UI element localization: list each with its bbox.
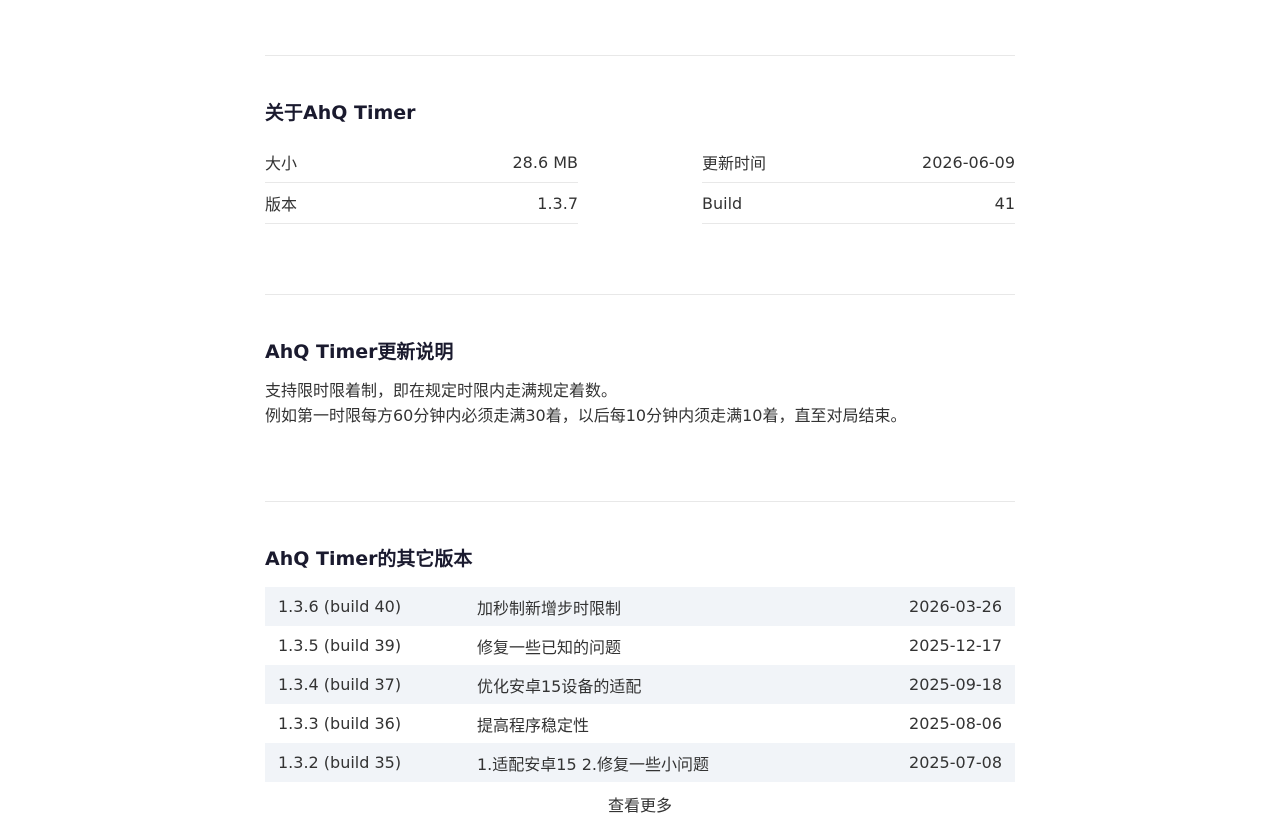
info-value: 1.3.7 [537,193,578,213]
info-key: 大小 [265,154,298,173]
version-row[interactable]: 1.3.2 (build 35) 1.适配安卓15 2.修复一些小问题 2025… [265,743,1015,782]
version-description: 提高程序稳定性 [477,715,590,735]
version-number: 1.3.4 (build 37) [278,675,402,694]
version-description: 优化安卓15设备的适配 [477,676,642,696]
info-row-build: Build 41 [702,183,1015,224]
version-date: 2025-12-17 [909,636,1002,655]
info-key: 版本 [265,195,298,214]
info-row-version: 版本 1.3.7 [265,183,578,224]
version-row[interactable]: 1.3.4 (build 37) 优化安卓15设备的适配 2025-09-18 [265,665,1015,704]
version-description: 1.适配安卓15 2.修复一些小问题 [477,754,709,774]
update-notes-title: AhQ Timer更新说明 [265,341,454,363]
version-description: 修复一些已知的问题 [477,637,622,657]
section-divider [265,501,1015,502]
other-versions-title: AhQ Timer的其它版本 [265,548,473,570]
info-key: 更新时间 [702,154,767,173]
about-title: 关于AhQ Timer [265,102,416,124]
version-number: 1.3.5 (build 39) [278,636,402,655]
section-divider [265,294,1015,295]
version-row[interactable]: 1.3.3 (build 36) 提高程序稳定性 2025-08-06 [265,704,1015,743]
info-key: Build [702,193,743,213]
see-more-link[interactable]: 查看更多 [265,792,1015,816]
info-value: 2026-06-09 [922,152,1015,172]
version-number: 1.3.2 (build 35) [278,753,402,772]
version-number: 1.3.6 (build 40) [278,597,402,616]
version-date: 2025-09-18 [909,675,1002,694]
section-divider [265,55,1015,56]
update-notes-line: 例如第一时限每方60分钟内必须走满30着，以后每10分钟内须走满10着，直至对局… [265,406,907,425]
info-value: 41 [994,193,1015,213]
version-list: 1.3.6 (build 40) 加秒制新增步时限制 2026-03-26 1.… [265,587,1015,782]
info-row-size: 大小 28.6 MB [265,142,578,183]
version-date: 2026-03-26 [909,597,1002,616]
info-column-right: 更新时间 2026-06-09 Build 41 [702,142,1015,224]
version-date: 2025-08-06 [909,714,1002,733]
update-notes-body: 支持限时限着制，即在规定时限内走满规定着数。 例如第一时限每方60分钟内必须走满… [265,378,906,428]
info-column-left: 大小 28.6 MB 版本 1.3.7 [265,142,578,224]
version-date: 2025-07-08 [909,753,1002,772]
version-description: 加秒制新增步时限制 [477,598,622,618]
version-number: 1.3.3 (build 36) [278,714,402,733]
update-notes-line: 支持限时限着制，即在规定时限内走满规定着数。 [265,381,618,400]
version-row[interactable]: 1.3.6 (build 40) 加秒制新增步时限制 2026-03-26 [265,587,1015,626]
version-row[interactable]: 1.3.5 (build 39) 修复一些已知的问题 2025-12-17 [265,626,1015,665]
info-value: 28.6 MB [512,152,579,172]
info-row-updated: 更新时间 2026-06-09 [702,142,1015,183]
